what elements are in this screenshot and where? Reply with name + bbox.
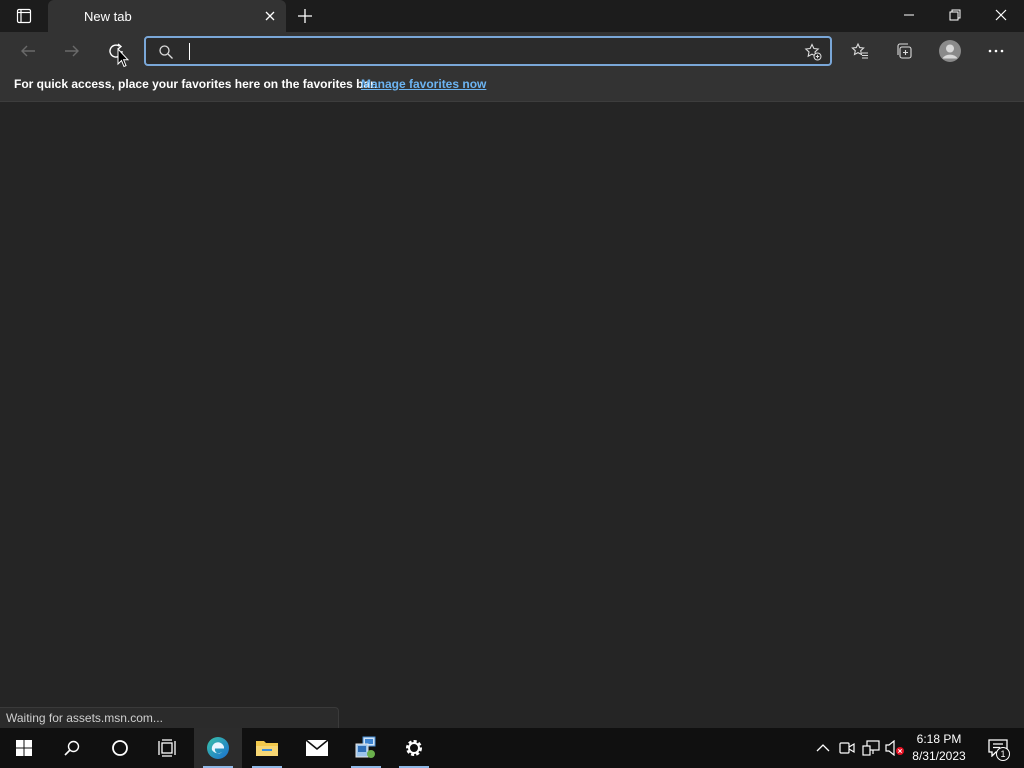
taskbar-clock[interactable]: 6:18 PM 8/31/2023	[906, 731, 972, 765]
task-view-icon	[158, 739, 176, 757]
close-icon[interactable]	[262, 8, 278, 24]
forward-arrow-icon	[65, 45, 79, 57]
window-close-button[interactable]	[978, 0, 1024, 30]
favorites-button[interactable]	[845, 37, 875, 65]
profile-button[interactable]	[935, 37, 965, 65]
title-bar: New tab	[0, 0, 1024, 32]
taskbar-mail[interactable]	[293, 728, 341, 768]
action-center-button[interactable]: 1	[980, 728, 1016, 768]
clock-date: 8/31/2023	[912, 749, 966, 763]
taskbar-settings[interactable]	[390, 728, 438, 768]
favorites-bar-message: For quick access, place your favorites h…	[14, 77, 378, 91]
collections-icon	[897, 43, 912, 59]
minimize-button[interactable]	[886, 0, 932, 30]
address-bar[interactable]	[144, 36, 832, 66]
restore-icon	[949, 9, 961, 21]
volume-button[interactable]	[884, 728, 906, 768]
favorites-icon	[851, 42, 868, 59]
network-app-icon	[355, 736, 376, 758]
taskbar-file-explorer[interactable]	[243, 728, 291, 768]
chevron-up-icon	[816, 744, 830, 752]
settings-more-button[interactable]	[981, 37, 1011, 65]
mouse-cursor	[117, 48, 129, 68]
network-tray-button[interactable]	[860, 728, 882, 768]
more-icon	[988, 49, 1004, 53]
collections-button[interactable]	[889, 37, 919, 65]
meet-now-button[interactable]	[836, 728, 858, 768]
mail-icon	[305, 739, 329, 756]
cortana-button[interactable]	[96, 728, 144, 768]
taskbar-edge[interactable]	[194, 728, 242, 768]
tab-actions-icon[interactable]	[8, 5, 40, 27]
edge-icon	[207, 737, 229, 759]
address-input[interactable]	[186, 41, 786, 61]
show-hidden-icons-button[interactable]	[812, 728, 834, 768]
status-bar: Waiting for assets.msn.com...	[0, 707, 339, 728]
settings-icon	[406, 740, 422, 756]
clock-time: 6:18 PM	[916, 732, 962, 746]
favorites-bar: For quick access, place your favorites h…	[0, 70, 1024, 102]
restore-button[interactable]	[932, 0, 978, 30]
file-explorer-icon	[256, 741, 278, 756]
start-button[interactable]	[0, 728, 48, 768]
tab-new-tab[interactable]: New tab	[48, 0, 286, 32]
minimize-icon	[904, 14, 914, 16]
volume-muted-icon	[885, 740, 904, 756]
back-arrow-icon	[21, 45, 35, 57]
network-icon	[862, 740, 880, 756]
notification-count-badge: 1	[996, 747, 1010, 761]
forward-button[interactable]	[57, 37, 87, 65]
search-icon	[64, 740, 80, 756]
close-icon	[995, 9, 1007, 21]
task-view-button[interactable]	[144, 728, 192, 768]
back-button[interactable]	[13, 37, 43, 65]
search-icon	[158, 44, 174, 60]
windows-start-icon	[16, 740, 32, 756]
cortana-icon	[112, 740, 128, 756]
new-tab-button[interactable]	[294, 6, 316, 26]
plus-icon	[298, 9, 312, 23]
tab-title: New tab	[84, 9, 132, 24]
taskbar-network-app[interactable]	[342, 728, 390, 768]
page-content	[0, 103, 1024, 728]
taskbar: 6:18 PM 8/31/2023 1	[0, 728, 1024, 768]
meet-now-icon	[839, 742, 855, 754]
add-favorite-icon[interactable]	[804, 43, 822, 61]
browser-toolbar	[0, 32, 1024, 70]
text-caret	[189, 43, 190, 60]
manage-favorites-link[interactable]: Manage favorites now	[361, 77, 486, 91]
profile-avatar-icon	[939, 40, 961, 62]
taskbar-search-button[interactable]	[48, 728, 96, 768]
